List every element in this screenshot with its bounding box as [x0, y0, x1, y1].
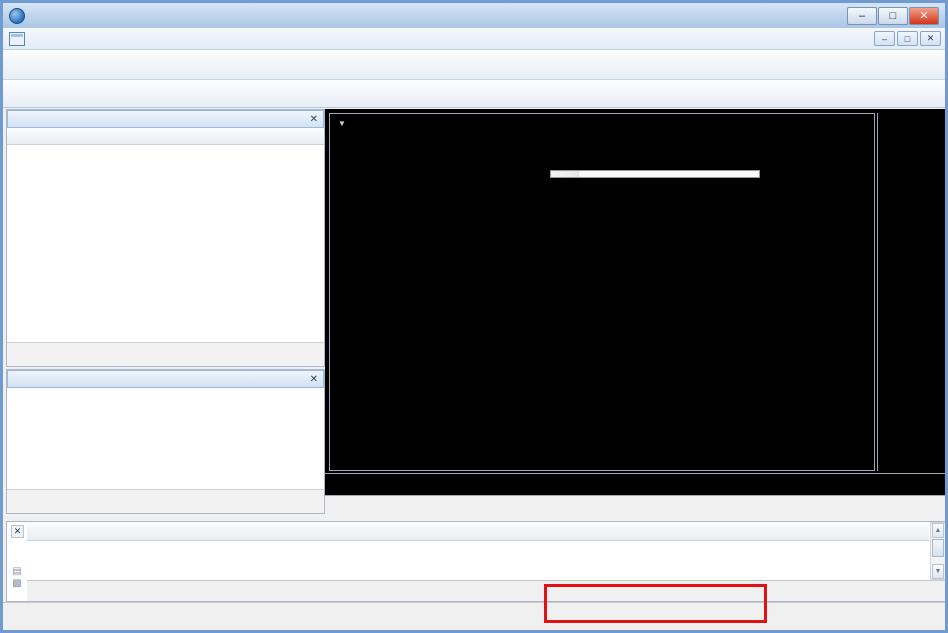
chart-ohlc-header: ▼	[338, 117, 361, 129]
close-icon[interactable]: ✕	[310, 114, 318, 125]
mdi-restore-button[interactable]: □	[897, 31, 918, 46]
market-watch-tabs	[7, 342, 324, 366]
maximize-button[interactable]: □	[878, 7, 908, 25]
market-watch-panel: ✕	[6, 109, 325, 367]
standard-toolbar	[3, 50, 945, 80]
status-bar	[3, 602, 945, 630]
chart-price-axis[interactable]	[877, 113, 945, 471]
mdi-close-button[interactable]: ✕	[920, 31, 941, 46]
close-icon[interactable]: ✕	[310, 374, 318, 385]
orders-table-header	[27, 522, 929, 541]
mdi-minimize-button[interactable]: –	[874, 31, 895, 46]
close-button[interactable]: ✕	[909, 7, 939, 25]
terminal-grip-icons[interactable]: ▤▩	[9, 566, 25, 590]
terminal-scrollbar[interactable]: ▲ ▼	[930, 522, 946, 580]
app-logo-icon	[9, 8, 25, 24]
chart-tab-bar	[325, 495, 948, 521]
chart-context-menu	[550, 170, 760, 178]
chart-marker-icon: ▼	[338, 119, 346, 128]
terminal-tabs	[27, 580, 947, 602]
annotation-highlight-box	[544, 584, 767, 623]
navigator-panel: ✕	[6, 369, 325, 514]
chart-plot[interactable]: ▼	[329, 113, 875, 471]
navigator-title[interactable]: ✕	[7, 370, 324, 388]
navigator-tabs	[7, 489, 324, 513]
minimize-button[interactable]: –	[847, 7, 877, 25]
line-studies-toolbar	[3, 80, 945, 108]
market-watch-title[interactable]: ✕	[7, 110, 324, 128]
candlestick-chart	[330, 114, 874, 470]
terminal-panel: ✕ ▤▩ ▲ ▼	[6, 521, 948, 602]
title-bar[interactable]: – □ ✕	[3, 3, 945, 28]
chart-window-icon[interactable]	[9, 32, 25, 46]
menu-bar: – □ ✕	[3, 28, 945, 50]
app-window: – □ ✕ – □ ✕ ✕ ✕ ▼	[0, 0, 948, 633]
market-watch-header	[7, 128, 324, 145]
close-icon[interactable]: ✕	[11, 525, 24, 538]
chart-time-axis[interactable]	[325, 473, 948, 495]
